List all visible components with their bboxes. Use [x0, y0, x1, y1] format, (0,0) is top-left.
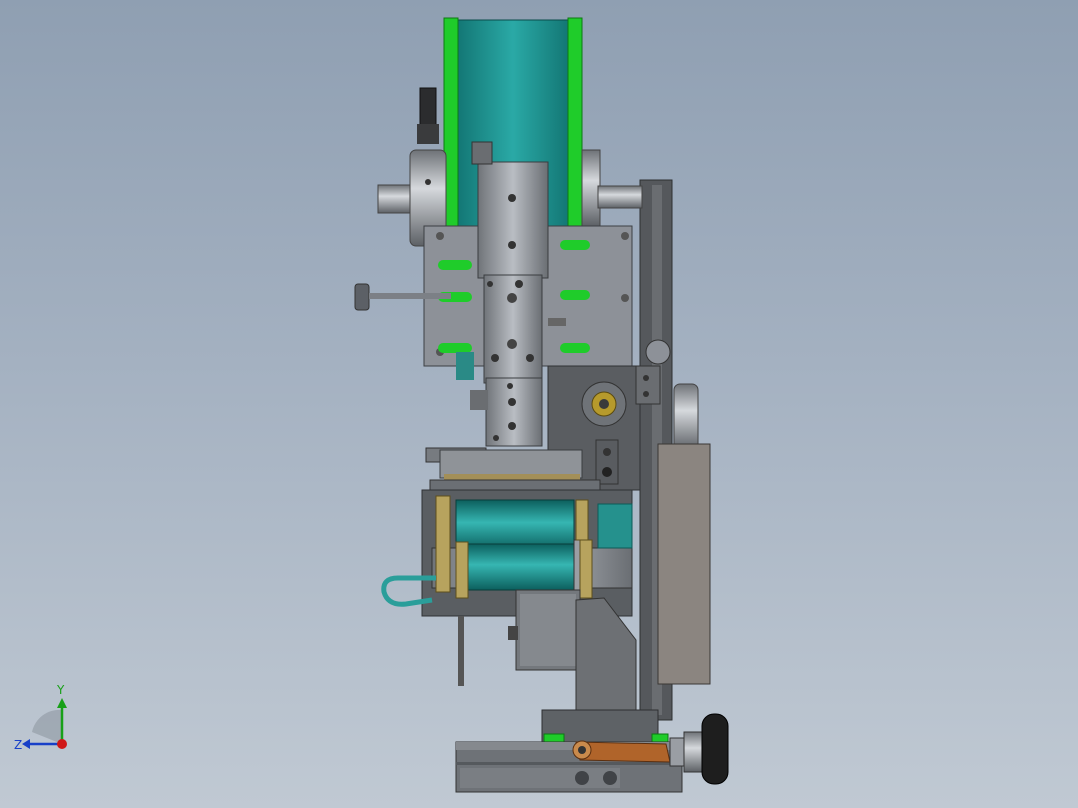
x-axis-dot	[57, 739, 67, 749]
peel-plate	[425, 447, 601, 491]
frame-screws	[595, 439, 619, 485]
side-collar	[597, 503, 633, 549]
orientation-triad: Y Z	[14, 683, 67, 752]
eccentric-link	[572, 740, 671, 763]
bearing-wheel	[581, 381, 627, 427]
motor-cover-panel	[657, 443, 711, 685]
z-axis-label: Z	[14, 738, 22, 752]
roll-sensor	[417, 87, 439, 144]
y-axis-label: Y	[56, 683, 65, 697]
labeling-machine-model[interactable]	[0, 0, 1078, 808]
guide-bar	[458, 616, 464, 686]
stepper-motor	[508, 589, 581, 671]
drive-roller-upper	[455, 499, 575, 551]
graphics-viewport[interactable]: Y Z	[0, 0, 1078, 808]
